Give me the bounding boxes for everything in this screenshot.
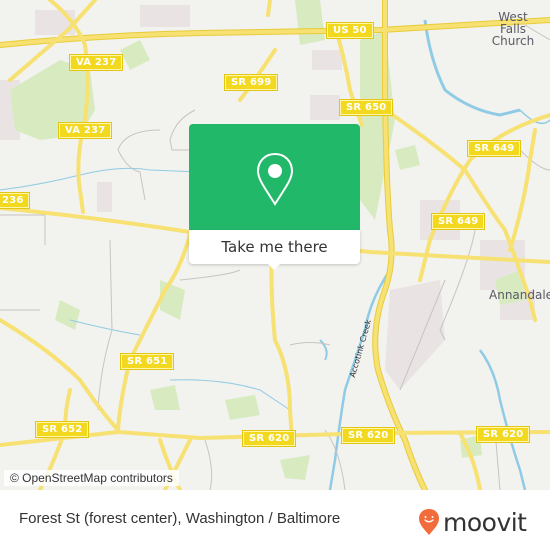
- road-label-sr620: SR 620: [241, 430, 297, 447]
- place-label-annandale: Annandale: [489, 288, 550, 302]
- moovit-logo[interactable]: moovit: [418, 508, 527, 536]
- popup-tip: [266, 262, 282, 270]
- road-label-va237: VA 237: [68, 54, 124, 71]
- road-label-sr649: SR 649: [466, 140, 522, 157]
- road-label-sr620: SR 620: [475, 426, 531, 443]
- road-label-sr650: SR 650: [338, 99, 394, 116]
- take-me-there-button[interactable]: Take me there: [189, 230, 360, 264]
- road-label-va236: 236: [0, 192, 31, 209]
- road-label-sr699: SR 699: [223, 74, 279, 91]
- road-label-sr651: SR 651: [119, 353, 175, 370]
- location-popup: Take me there: [189, 124, 360, 270]
- road-label-sr620: SR 620: [340, 427, 396, 444]
- map-pin-icon: [256, 152, 294, 206]
- moovit-pin-icon: [419, 509, 439, 535]
- map-attribution[interactable]: © OpenStreetMap contributors: [4, 470, 179, 486]
- stop-title: Forest St (forest center), Washington / …: [19, 510, 341, 527]
- road-label-sr652: SR 652: [34, 421, 90, 438]
- map[interactable]: US 50 VA 237 VA 237 SR 699 SR 650 SR 649…: [0, 0, 550, 490]
- road-label-us50: US 50: [326, 22, 374, 39]
- road-label-va237: VA 237: [57, 122, 113, 139]
- place-label-west-falls-church: West Falls Church: [478, 11, 548, 47]
- road-label-sr649: SR 649: [430, 213, 486, 230]
- place-label-line: Church: [491, 34, 535, 48]
- popup-header: [189, 124, 360, 230]
- moovit-wordmark: moovit: [443, 507, 527, 537]
